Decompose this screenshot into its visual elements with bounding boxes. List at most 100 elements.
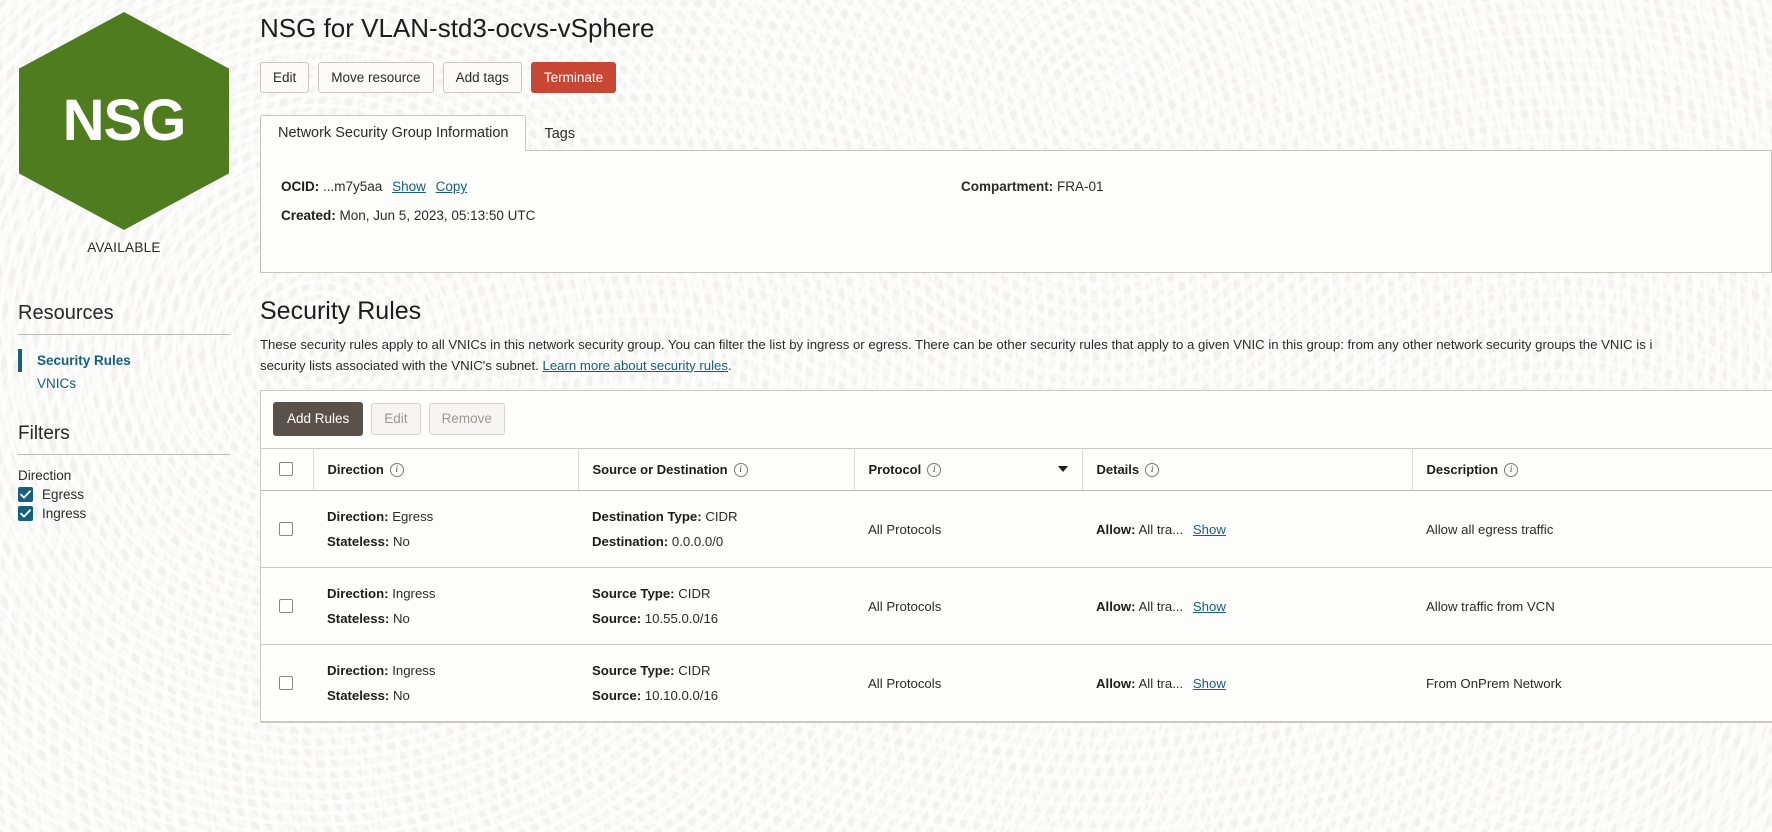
compartment-label: Compartment:: [961, 179, 1054, 195]
edit-rule-button[interactable]: Edit: [371, 403, 421, 435]
endpoint-type-label: Source Type:: [592, 663, 675, 679]
row-protocol-cell: All Protocols: [854, 567, 1082, 646]
page-root: NSG AVAILABLE Resources Security Rules V…: [0, 0, 1772, 832]
tab-network-security-group-information[interactable]: Network Security Group Information: [260, 115, 527, 152]
table-row[interactable]: Direction: Ingress Stateless: No Source …: [261, 644, 1772, 723]
filter-checkbox-ingress[interactable]: Ingress: [18, 506, 234, 521]
row-details-cell: Allow: All tra... Show: [1082, 567, 1412, 646]
add-tags-button[interactable]: Add tags: [442, 61, 522, 94]
row-checkbox[interactable]: [279, 676, 293, 691]
info-icon[interactable]: i: [733, 463, 748, 478]
filters-heading: Filters: [18, 423, 70, 444]
chevron-down-icon[interactable]: [1057, 466, 1068, 473]
column-label-description: Description: [1426, 461, 1499, 477]
direction-filter-label: Direction: [18, 468, 72, 483]
endpoint-value: 10.10.0.0/16: [644, 688, 719, 704]
column-header-source-or-destination[interactable]: Source or Destination i: [578, 447, 855, 492]
remove-rule-button[interactable]: Remove: [428, 403, 505, 435]
filters-divider: [18, 454, 230, 455]
table-row[interactable]: Direction: Ingress Stateless: No Source …: [261, 567, 1772, 646]
details-show-link[interactable]: Show: [1193, 599, 1226, 614]
row-protocol-cell: All Protocols: [854, 644, 1082, 723]
endpoint-type-line: Source Type: CIDR: [592, 663, 854, 678]
select-all-header: [261, 447, 314, 492]
security-rules-description: These security rules apply to all VNICs …: [260, 335, 1760, 376]
description-part-1: These security rules apply to all VNICs …: [260, 337, 1653, 353]
row-description-cell: From OnPrem Network: [1412, 644, 1772, 723]
endpoint-label: Destination:: [592, 534, 669, 550]
nsg-logo-label: NSG: [62, 88, 187, 153]
details-value: All tra...: [1138, 598, 1184, 614]
info-icon[interactable]: i: [1504, 463, 1519, 478]
ocid-label: OCID:: [281, 179, 320, 195]
column-header-direction[interactable]: Direction i: [313, 447, 579, 492]
details-value: All tra...: [1138, 675, 1184, 691]
sidebar-item-vnics[interactable]: VNICs: [18, 372, 234, 395]
sidebar-item-security-rules[interactable]: Security Rules: [18, 349, 234, 372]
row-direction-cell: Direction: Ingress Stateless: No: [313, 644, 578, 723]
ocid-value: ...m7y5aa: [323, 179, 383, 195]
stateless-label: Stateless:: [327, 611, 390, 627]
tab-tags[interactable]: Tags: [526, 116, 593, 151]
ocid-show-link[interactable]: Show: [392, 179, 426, 194]
row-details-cell: Allow: All tra... Show: [1082, 490, 1412, 569]
ocid-copy-link[interactable]: Copy: [436, 179, 468, 194]
description-part-2: security lists associated with the VNIC'…: [260, 357, 543, 373]
table-row[interactable]: Direction: Egress Stateless: No Destinat…: [261, 490, 1772, 569]
nsg-logo: NSG: [19, 12, 229, 230]
column-label-details: Details: [1096, 461, 1140, 477]
endpoint-line: Source: 10.10.0.0/16: [592, 688, 854, 703]
stateless-value: No: [392, 611, 410, 627]
created-label: Created:: [281, 208, 336, 224]
endpoint-type-value: CIDR: [705, 509, 738, 525]
direction-value: Ingress: [392, 586, 436, 602]
column-header-details[interactable]: Details i: [1082, 447, 1413, 492]
endpoint-type-line: Destination Type: CIDR: [592, 509, 854, 524]
direction-line: Direction: Ingress: [327, 663, 578, 678]
filter-checkbox-egress[interactable]: Egress: [18, 487, 234, 502]
info-panel: OCID: ...m7y5aa Show Copy Created: Mon, …: [260, 151, 1772, 274]
endpoint-value: 10.55.0.0/16: [644, 611, 719, 627]
direction-value: Egress: [392, 509, 434, 525]
select-all-checkbox[interactable]: [279, 462, 293, 477]
add-rules-button[interactable]: Add Rules: [273, 402, 364, 436]
column-header-description[interactable]: Description i: [1412, 447, 1772, 492]
info-icon[interactable]: i: [1145, 463, 1160, 478]
direction-value: Ingress: [392, 663, 436, 679]
checkmark-icon: [18, 506, 33, 521]
edit-button[interactable]: Edit: [260, 61, 310, 94]
terminate-button[interactable]: Terminate: [530, 61, 617, 94]
description-part-3: .: [727, 357, 732, 373]
direction-label: Direction:: [327, 663, 389, 679]
row-select-cell: [261, 644, 313, 723]
details-show-link[interactable]: Show: [1193, 676, 1226, 691]
move-resource-button[interactable]: Move resource: [318, 61, 434, 94]
row-checkbox[interactable]: [279, 522, 293, 537]
table-header-row: Direction i Source or Destination i Protoc…: [261, 447, 1772, 492]
endpoint-type-value: CIDR: [678, 586, 711, 602]
endpoint-label: Source:: [592, 688, 642, 704]
info-icon[interactable]: i: [927, 463, 942, 478]
details-label: Allow:: [1096, 598, 1136, 614]
resources-divider: [18, 334, 230, 335]
security-rules-table-card: Add Rules Edit Remove Direction i Source…: [260, 390, 1772, 724]
details-value: All tra...: [1138, 521, 1184, 537]
info-icon[interactable]: i: [389, 463, 404, 478]
status-badge: AVAILABLE: [87, 240, 161, 255]
column-label-direction: Direction: [327, 461, 384, 477]
column-label-source-or-destination: Source or Destination: [592, 461, 728, 477]
row-checkbox[interactable]: [279, 599, 293, 614]
endpoint-value: 0.0.0.0/0: [671, 534, 724, 550]
column-header-protocol[interactable]: Protocol i: [854, 447, 1083, 492]
direction-label: Direction:: [327, 586, 389, 602]
details-label: Allow:: [1096, 675, 1136, 691]
stateless-line: Stateless: No: [327, 688, 578, 703]
created-row: Created: Mon, Jun 5, 2023, 05:13:50 UTC: [281, 208, 1771, 223]
row-description-cell: Allow all egress traffic: [1412, 490, 1772, 569]
row-endpoint-cell: Source Type: CIDR Source: 10.10.0.0/16: [578, 644, 854, 723]
row-endpoint-cell: Source Type: CIDR Source: 10.55.0.0/16: [578, 567, 854, 646]
checkmark-icon: [18, 487, 33, 502]
details-show-link[interactable]: Show: [1193, 522, 1226, 537]
learn-more-link[interactable]: Learn more about security rules: [543, 358, 728, 373]
endpoint-type-label: Destination Type:: [592, 509, 702, 525]
